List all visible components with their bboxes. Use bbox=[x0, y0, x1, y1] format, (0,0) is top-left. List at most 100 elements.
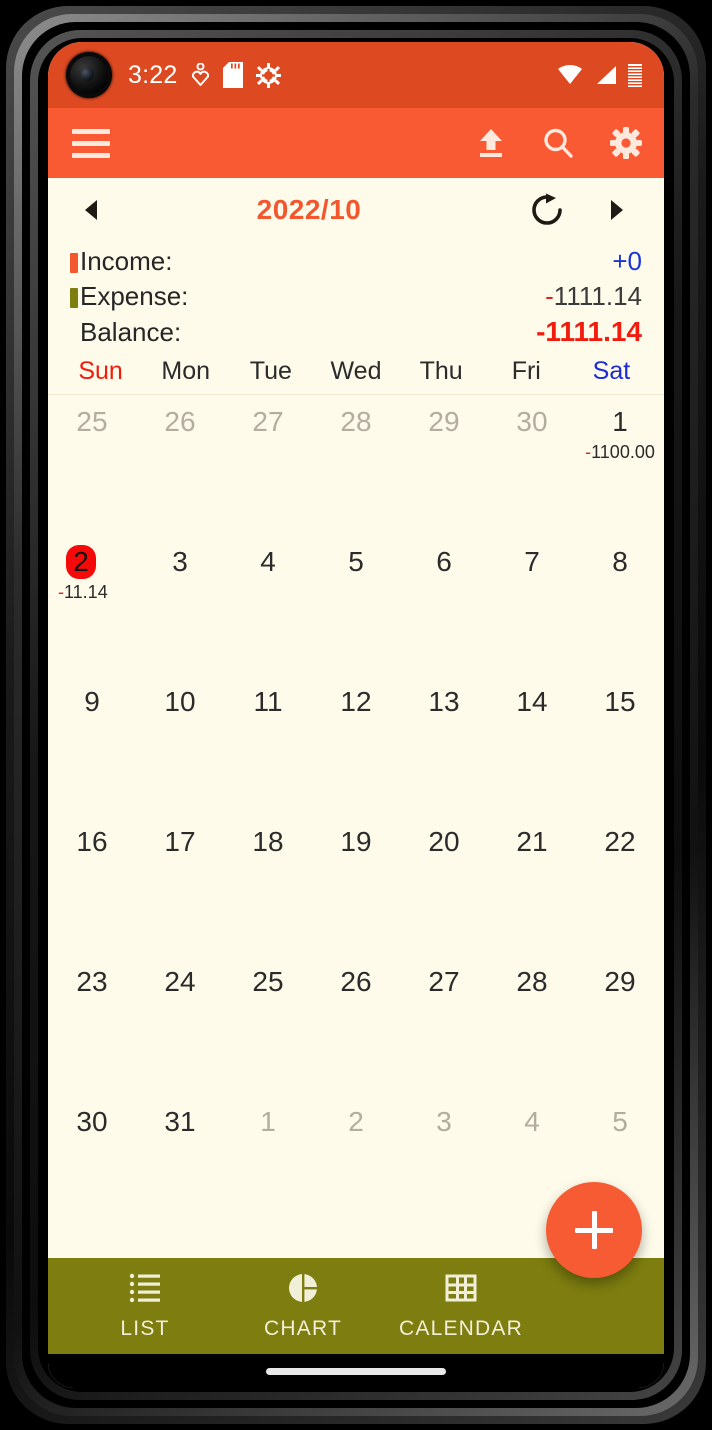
add-entry-fab[interactable] bbox=[546, 1182, 642, 1278]
summary-row-balance: Balance: -1111.14 bbox=[70, 316, 642, 351]
calendar-day-cell[interactable]: 11 bbox=[224, 675, 312, 815]
calendar-day-amount: -1100.00 bbox=[582, 442, 658, 463]
calendar-day-cell[interactable]: 6 bbox=[400, 535, 488, 675]
calendar-day-number: 31 bbox=[164, 1106, 196, 1137]
calendar-day-number: 29 bbox=[428, 406, 460, 437]
calendar-day-amount-value: 11.14 bbox=[64, 582, 108, 602]
calendar-day-cell[interactable]: 12 bbox=[312, 675, 400, 815]
calendar-day-number: 2 bbox=[348, 1106, 364, 1137]
calendar-day-cell[interactable]: 16 bbox=[48, 815, 136, 955]
expense-sign: - bbox=[545, 281, 554, 311]
calendar-day-cell[interactable]: 21 bbox=[488, 815, 576, 955]
calendar-day-cell[interactable]: 14 bbox=[488, 675, 576, 815]
calendar-day-cell[interactable]: 2 bbox=[312, 1095, 400, 1235]
calendar-day-number: 13 bbox=[428, 686, 460, 717]
income-color-marker bbox=[70, 252, 78, 273]
sd-card-icon bbox=[223, 62, 244, 88]
bottom-nav-label: CHART bbox=[264, 1317, 342, 1340]
export-icon[interactable] bbox=[476, 127, 506, 159]
toolbar-actions bbox=[476, 127, 642, 159]
calendar-day-number: 4 bbox=[524, 1106, 540, 1137]
calendar-day-cell[interactable]: 31 bbox=[136, 1095, 224, 1235]
calendar-day-cell[interactable]: 23 bbox=[48, 955, 136, 1095]
calendar-day-cell[interactable]: 30 bbox=[488, 395, 576, 535]
month-summary: Income: +0 Expense: - 1111.14 Balance: -1… bbox=[48, 242, 664, 351]
calendar-day-number: 5 bbox=[612, 1106, 628, 1137]
list-icon bbox=[128, 1271, 162, 1310]
calendar-day-number: 29 bbox=[604, 966, 636, 997]
front-camera-punch-hole bbox=[66, 52, 112, 98]
summary-row-income: Income: +0 bbox=[70, 246, 642, 281]
next-month-button[interactable] bbox=[596, 189, 638, 231]
calendar-day-number: 19 bbox=[340, 826, 372, 857]
calendar-day-cell[interactable]: 3 bbox=[400, 1095, 488, 1235]
calendar-day-cell[interactable]: 20 bbox=[400, 815, 488, 955]
pie-chart-icon bbox=[286, 1271, 320, 1310]
wifi-icon bbox=[557, 65, 583, 85]
calendar-day-cell[interactable]: 28 bbox=[488, 955, 576, 1095]
bottom-nav-tab-chart[interactable]: CHART bbox=[224, 1271, 382, 1341]
search-icon[interactable] bbox=[542, 127, 574, 159]
weekday-header-wed: Wed bbox=[330, 357, 382, 385]
month-navigation: 2022/10 bbox=[48, 178, 664, 242]
calendar-day-cell[interactable]: 25 bbox=[48, 395, 136, 535]
calendar-day-cell[interactable]: 29 bbox=[400, 395, 488, 535]
calendar-day-cell[interactable]: 25 bbox=[224, 955, 312, 1095]
calendar-day-cell[interactable]: 9 bbox=[48, 675, 136, 815]
calendar-day-cell[interactable]: 3 bbox=[136, 535, 224, 675]
current-month-label: 2022/10 bbox=[256, 194, 362, 225]
weekday-header: Sun Mon Tue Wed Thu Fri Sat bbox=[48, 351, 664, 395]
calendar-day-cell[interactable]: 5 bbox=[312, 535, 400, 675]
weekday-header-thu: Thu bbox=[419, 357, 463, 385]
calendar-day-number: 11 bbox=[253, 686, 283, 717]
calendar-day-number: 15 bbox=[604, 686, 636, 717]
calendar-day-cell[interactable]: 24 bbox=[136, 955, 224, 1095]
calendar-day-cell[interactable]: 7 bbox=[488, 535, 576, 675]
calendar-grid: 25 26 27 28 29 30 1 -1100.00 2 -11.14 3 4 5 6 7 8 9 10 11 1… bbox=[48, 395, 664, 1235]
bottom-nav-tab-list[interactable]: LIST bbox=[66, 1271, 224, 1341]
calendar-day-number: 21 bbox=[516, 826, 548, 857]
calendar-day-number: 28 bbox=[516, 966, 548, 997]
hamburger-menu-icon[interactable] bbox=[72, 128, 110, 158]
calendar-day-number: 10 bbox=[164, 686, 196, 717]
weekday-header-mon: Mon bbox=[161, 357, 211, 385]
calendar-day-number: 12 bbox=[340, 686, 372, 717]
calendar-grid-icon bbox=[444, 1271, 478, 1310]
calendar-day-cell[interactable]: 13 bbox=[400, 675, 488, 815]
calendar-day-amount: -11.14 bbox=[54, 582, 130, 603]
calendar-day-cell[interactable]: 1 bbox=[224, 1095, 312, 1235]
calendar-day-number: 8 bbox=[612, 546, 628, 577]
calendar-day-number: 1 bbox=[260, 1106, 276, 1137]
calendar-day-cell[interactable]: 27 bbox=[224, 395, 312, 535]
calendar-day-cell[interactable]: 19 bbox=[312, 815, 400, 955]
calendar-day-cell[interactable]: 10 bbox=[136, 675, 224, 815]
calendar-day-cell[interactable]: 29 bbox=[576, 955, 664, 1095]
settings-icon[interactable] bbox=[610, 127, 642, 159]
calendar-day-cell[interactable]: 26 bbox=[312, 955, 400, 1095]
calendar-day-cell[interactable]: 15 bbox=[576, 675, 664, 815]
calendar-day-cell[interactable]: 2 -11.14 bbox=[48, 535, 136, 675]
balance-amount: 1111.14 bbox=[545, 316, 642, 347]
calendar-day-cell[interactable]: 1 -1100.00 bbox=[576, 395, 664, 535]
calendar-day-cell[interactable]: 26 bbox=[136, 395, 224, 535]
calendar-day-number: 26 bbox=[164, 406, 196, 437]
calendar-day-number: 5 bbox=[348, 546, 364, 577]
calendar-day-number: 27 bbox=[252, 406, 284, 437]
refresh-icon[interactable] bbox=[524, 187, 570, 233]
calendar-day-number: 25 bbox=[76, 406, 108, 437]
expense-label: Expense: bbox=[80, 281, 189, 311]
calendar-day-cell[interactable]: 4 bbox=[224, 535, 312, 675]
calendar-day-number: 23 bbox=[76, 966, 108, 997]
calendar-day-number: 2 bbox=[66, 545, 96, 579]
bottom-nav-tab-calendar[interactable]: CALENDAR bbox=[382, 1271, 540, 1341]
gesture-home-pill[interactable] bbox=[266, 1367, 446, 1375]
calendar-day-cell[interactable]: 18 bbox=[224, 815, 312, 955]
calendar-day-cell[interactable]: 27 bbox=[400, 955, 488, 1095]
calendar-day-cell[interactable]: 22 bbox=[576, 815, 664, 955]
calendar-day-cell[interactable]: 8 bbox=[576, 535, 664, 675]
calendar-day-cell[interactable]: 17 bbox=[136, 815, 224, 955]
calendar-day-number: 14 bbox=[516, 686, 548, 717]
calendar-day-cell[interactable]: 28 bbox=[312, 395, 400, 535]
calendar-day-number: 22 bbox=[604, 826, 636, 857]
calendar-day-cell[interactable]: 30 bbox=[48, 1095, 136, 1235]
